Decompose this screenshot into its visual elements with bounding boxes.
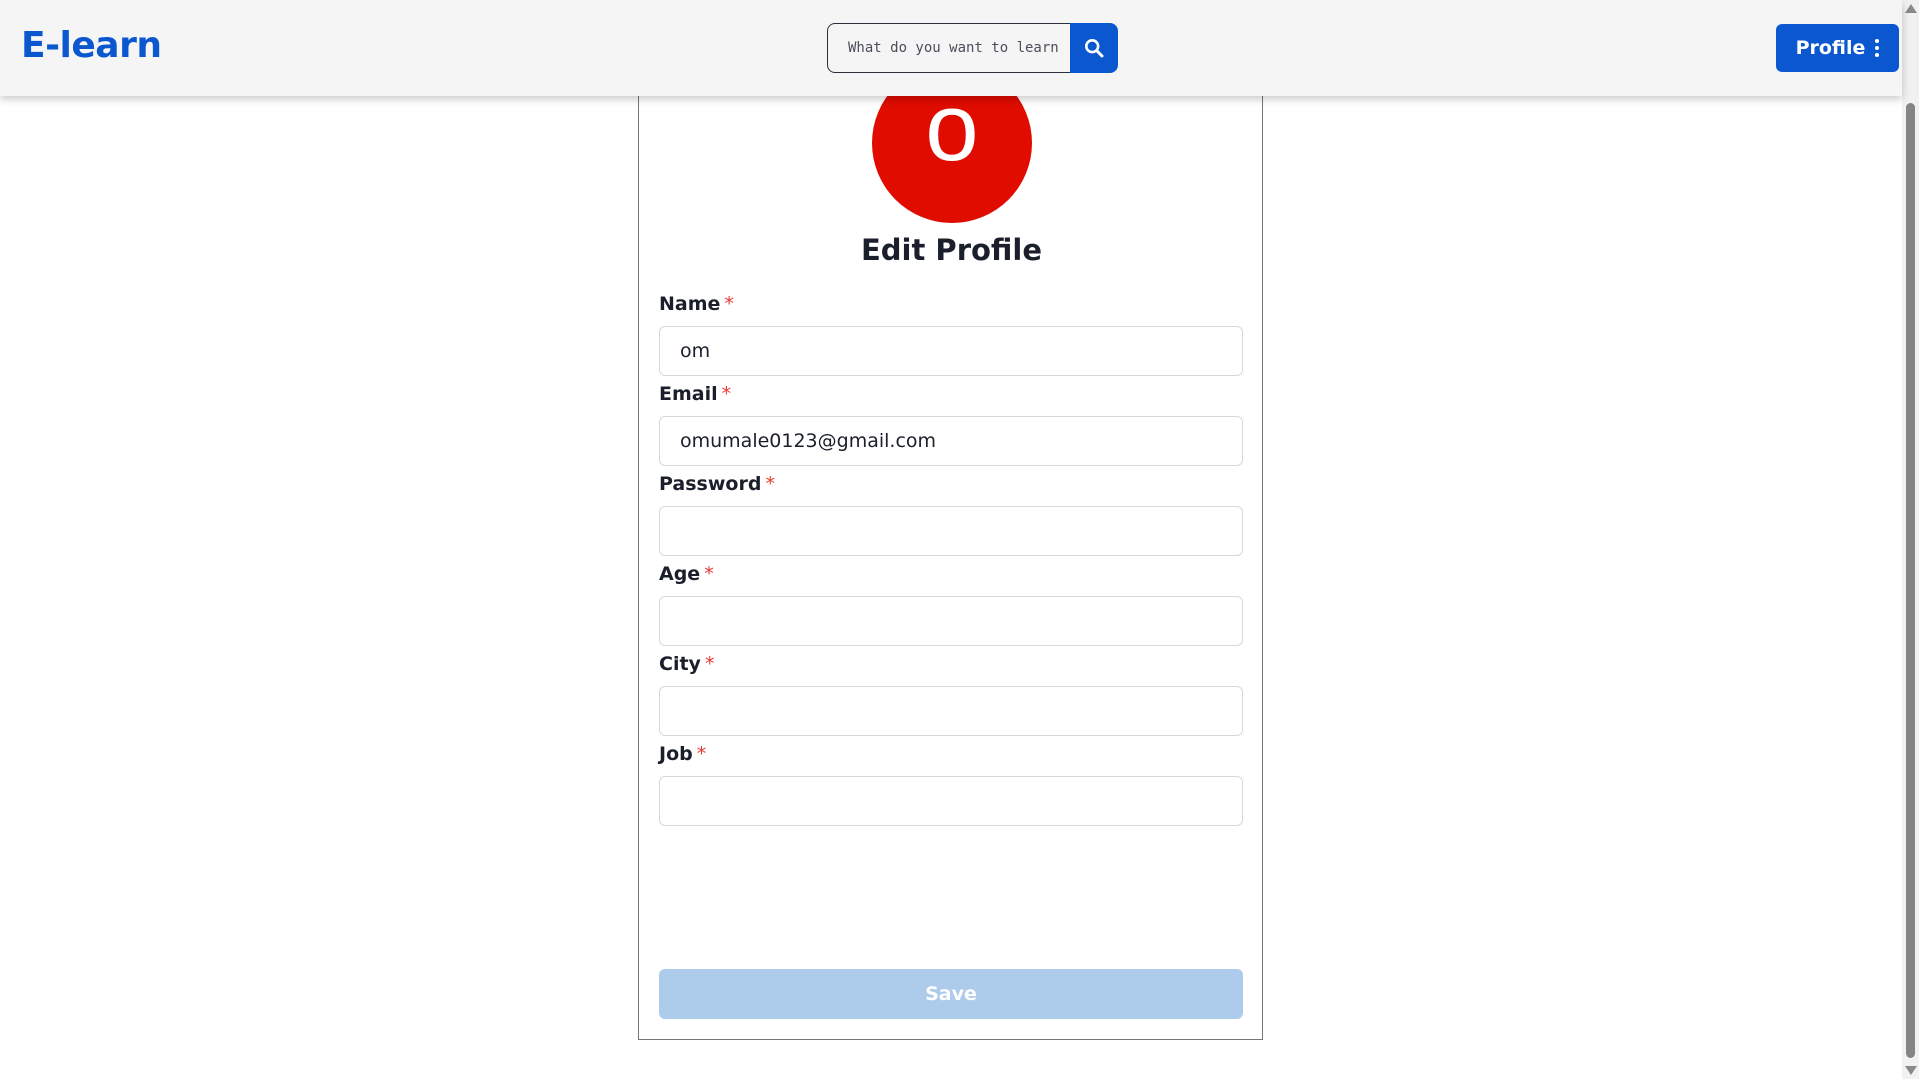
scroll-up-arrow-icon[interactable]	[1905, 4, 1917, 13]
email-field[interactable]	[659, 416, 1243, 466]
password-label: Password *	[659, 473, 775, 495]
required-marker: *	[721, 383, 732, 405]
page-title: Edit Profile	[860, 233, 1043, 267]
required-marker: *	[704, 653, 715, 675]
search-input[interactable]	[827, 23, 1070, 73]
profile-button-label: Profile	[1795, 37, 1866, 59]
required-marker: *	[765, 473, 775, 495]
scroll-down-arrow-icon[interactable]	[1905, 1066, 1917, 1075]
age-label: Age *	[659, 563, 714, 585]
job-field[interactable]	[659, 776, 1243, 826]
search-bar	[827, 23, 1118, 73]
search-icon	[1084, 38, 1104, 58]
page: E-learn Profile o Edit Profile Name*	[0, 0, 1919, 1079]
age-field-group: Age *	[659, 562, 1243, 646]
save-button[interactable]: Save	[659, 969, 1243, 1019]
edit-profile-card: o Edit Profile Name* Email* Password* Ag…	[638, 40, 1263, 1040]
city-field-group: City *	[659, 652, 1243, 736]
city-field[interactable]	[659, 686, 1243, 736]
navbar: E-learn Profile	[0, 0, 1902, 96]
email-label: Email *	[659, 383, 732, 405]
search-button[interactable]	[1070, 23, 1118, 73]
name-field-group: Name *	[659, 292, 1243, 376]
name-field[interactable]	[659, 326, 1243, 376]
email-field-group: Email *	[659, 382, 1243, 466]
name-label: Name *	[659, 293, 734, 315]
vertical-scrollbar[interactable]	[1902, 0, 1919, 1079]
profile-menu-button[interactable]: Profile	[1776, 24, 1899, 72]
kebab-menu-icon	[1875, 39, 1880, 57]
brand-logo[interactable]: E-learn	[21, 25, 162, 66]
job-field-group: Job *	[659, 742, 1243, 826]
required-marker: *	[724, 293, 734, 315]
password-field-group: Password *	[659, 472, 1243, 556]
scrollbar-thumb[interactable]	[1906, 103, 1915, 1058]
city-label: City *	[659, 653, 715, 675]
required-marker: *	[696, 743, 707, 765]
age-field[interactable]	[659, 596, 1243, 646]
job-label: Job *	[659, 743, 707, 765]
password-field[interactable]	[659, 506, 1243, 556]
required-marker: *	[704, 563, 714, 585]
